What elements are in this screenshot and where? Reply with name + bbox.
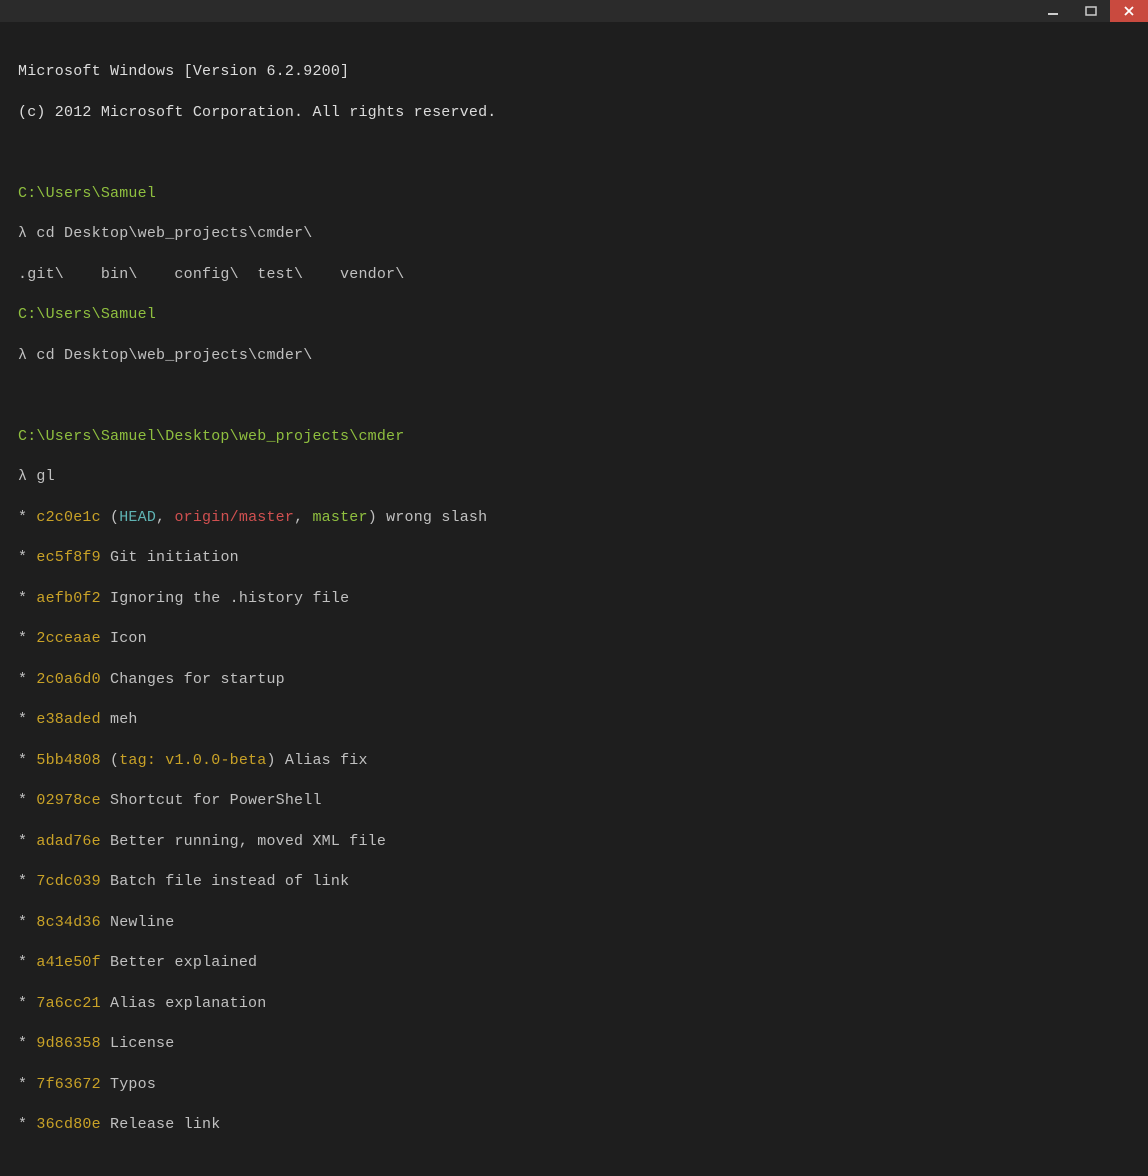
window-controls (1034, 0, 1148, 22)
command-line-1: λ cd Desktop\web_projects\cmder\ (18, 224, 1130, 244)
log-line-6: * 5bb4808 (tag: v1.0.0-beta) Alias fix (18, 751, 1130, 771)
log-line-1: * ec5f8f9 Git initiation (18, 548, 1130, 568)
command-line-3: λ gl (18, 467, 1130, 487)
close-button[interactable] (1110, 0, 1148, 22)
log-line-7: * 02978ce Shortcut for PowerShell (18, 791, 1130, 811)
log-line-13: * 9d86358 License (18, 1034, 1130, 1054)
prompt-path-1: C:\Users\Samuel (18, 184, 1130, 204)
header-line-2: (c) 2012 Microsoft Corporation. All righ… (18, 103, 1130, 123)
prompt-path-2: C:\Users\Samuel (18, 305, 1130, 325)
log-line-5: * e38aded meh (18, 710, 1130, 730)
titlebar (0, 0, 1148, 22)
minimize-button[interactable] (1034, 0, 1072, 22)
header-line-1: Microsoft Windows [Version 6.2.9200] (18, 62, 1130, 82)
tab-completion: .git\ bin\ config\ test\ vendor\ (18, 265, 1130, 285)
blank-line (18, 143, 1130, 163)
log-line-10: * 8c34d36 Newline (18, 913, 1130, 933)
log-line-12: * 7a6cc21 Alias explanation (18, 994, 1130, 1014)
log-line-2: * aefb0f2 Ignoring the .history file (18, 589, 1130, 609)
log-line-0: * c2c0e1c (HEAD, origin/master, master) … (18, 508, 1130, 528)
maximize-icon (1085, 5, 1097, 17)
blank-line (18, 386, 1130, 406)
command-line-2: λ cd Desktop\web_projects\cmder\ (18, 346, 1130, 366)
maximize-button[interactable] (1072, 0, 1110, 22)
prompt-path-3: C:\Users\Samuel\Desktop\web_projects\cmd… (18, 427, 1130, 447)
log-line-11: * a41e50f Better explained (18, 953, 1130, 973)
log-line-4: * 2c0a6d0 Changes for startup (18, 670, 1130, 690)
minimize-icon (1047, 5, 1059, 17)
log-line-15: * 36cd80e Release link (18, 1115, 1130, 1135)
log-line-14: * 7f63672 Typos (18, 1075, 1130, 1095)
titlebar-left (0, 0, 1034, 22)
log-line-8: * adad76e Better running, moved XML file (18, 832, 1130, 852)
log-line-9: * 7cdc039 Batch file instead of link (18, 872, 1130, 892)
terminal-output[interactable]: Microsoft Windows [Version 6.2.9200] (c)… (0, 22, 1148, 1176)
close-icon (1123, 5, 1135, 17)
log-line-3: * 2cceaae Icon (18, 629, 1130, 649)
